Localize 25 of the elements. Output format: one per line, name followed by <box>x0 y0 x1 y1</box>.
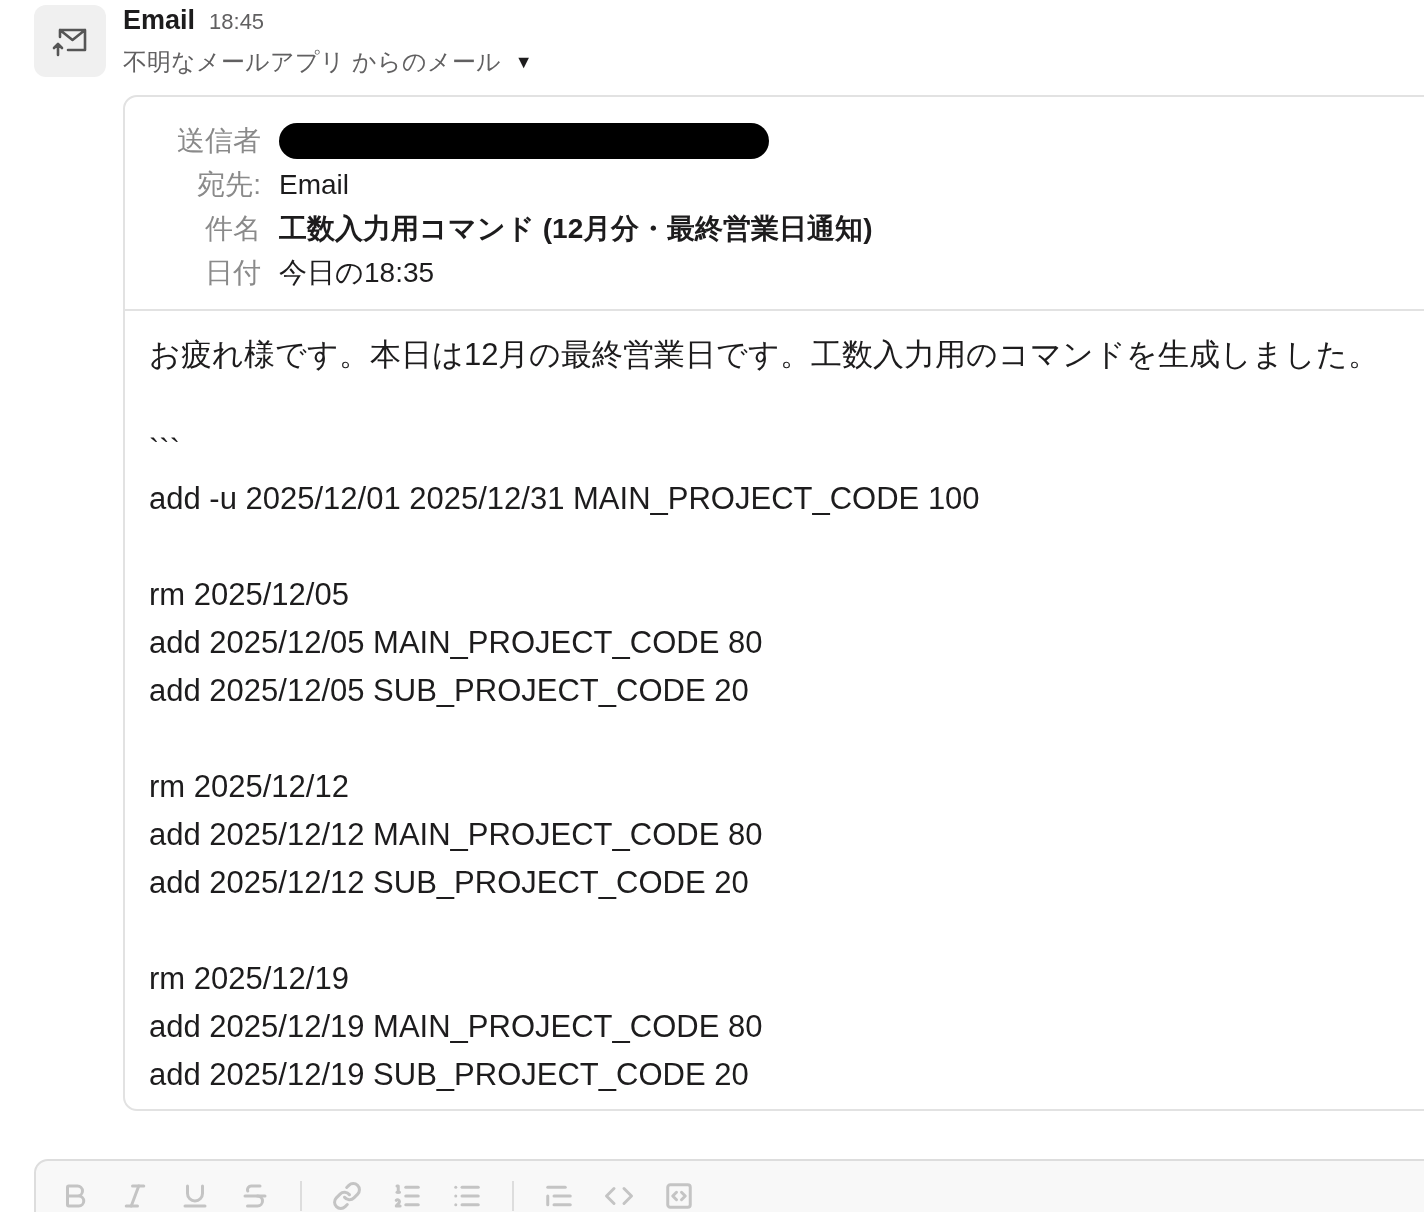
body-line: add -u 2025/12/01 2025/12/31 MAIN_PROJECT_CODE 100 <box>149 480 981 518</box>
sender-name[interactable]: Email <box>123 5 196 36</box>
field-value: 今日の18:35 <box>279 256 436 290</box>
body-line: add 2025/12/19 SUB_PROJECT_CODE 20 <box>149 1056 750 1094</box>
body-line: add 2025/12/19 MAIN_PROJECT_CODE 80 <box>149 1008 764 1046</box>
field-label: 件名 <box>205 212 261 246</box>
body-line: rm 2025/12/19 <box>149 960 350 998</box>
field-label: 日付 <box>205 256 261 290</box>
body-line: add 2025/12/12 MAIN_PROJECT_CODE 80 <box>149 816 764 854</box>
link-icon[interactable] <box>332 1181 362 1211</box>
message-source: 不明なメールアプリ からのメール <box>123 47 501 77</box>
caret-icon[interactable]: ▼ <box>514 51 533 73</box>
body-line: add 2025/12/05 MAIN_PROJECT_CODE 80 <box>149 624 764 662</box>
field-label: 送信者 <box>177 124 261 158</box>
code-block-icon[interactable] <box>664 1181 694 1211</box>
body-line: rm 2025/12/05 <box>149 576 350 614</box>
field-value: 工数入力用コマンド (12月分・最終営業日通知) <box>279 212 874 246</box>
body-line: add 2025/12/05 SUB_PROJECT_CODE 20 <box>149 672 750 710</box>
field-value: Email <box>279 168 350 202</box>
body-line: ``` <box>149 432 181 470</box>
body-line: rm 2025/12/12 <box>149 768 350 806</box>
timestamp[interactable]: 18:45 <box>209 9 265 35</box>
field-label: 宛先: <box>197 168 261 202</box>
body-line: add 2025/12/12 SUB_PROJECT_CODE 20 <box>149 864 750 902</box>
body-line: お疲れ様です。本日は12月の最終営業日です。工数入力用のコマンドを生成しました。 <box>149 336 1381 374</box>
